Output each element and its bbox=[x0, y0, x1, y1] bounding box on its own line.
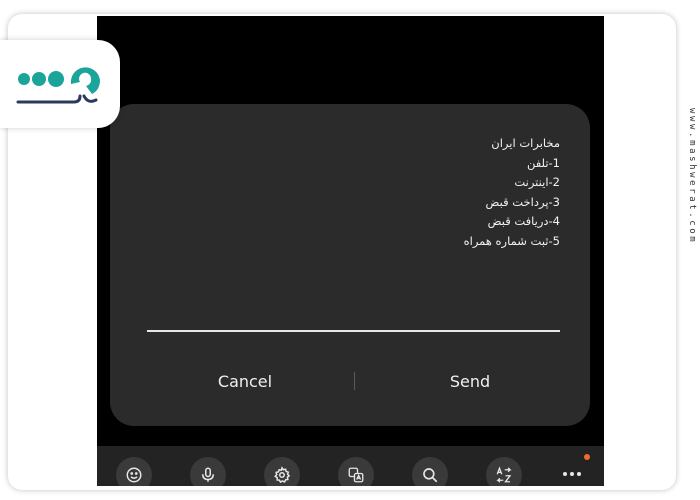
website-url: www.mashwerat.com bbox=[687, 108, 697, 245]
ussd-option-3: 3-پرداخت قبض bbox=[485, 194, 560, 209]
settings-button[interactable] bbox=[264, 457, 300, 486]
button-divider bbox=[354, 372, 355, 390]
send-button[interactable]: Send bbox=[400, 366, 540, 396]
ussd-option-1: 1-تلفن bbox=[526, 155, 560, 170]
phone-screen: مخابرات ایران 1-تلفن 2-اینترنت 3-پرداخت … bbox=[97, 16, 604, 486]
ussd-message: مخابرات ایران 1-تلفن 2-اینترنت 3-پرداخت … bbox=[464, 134, 560, 251]
translate-button[interactable] bbox=[338, 457, 374, 486]
text-transform-button[interactable] bbox=[486, 457, 522, 486]
emoji-icon bbox=[126, 467, 142, 483]
ussd-option-4: 4-دریافت قبض bbox=[487, 214, 560, 228]
microphone-icon bbox=[202, 467, 214, 482]
mashwerat-logo bbox=[0, 40, 120, 128]
voice-input-button[interactable] bbox=[190, 457, 226, 486]
logo-mark-icon bbox=[16, 67, 100, 104]
ussd-dialog: مخابرات ایران 1-تلفن 2-اینترنت 3-پرداخت … bbox=[110, 104, 590, 426]
text-transform-icon bbox=[496, 466, 512, 483]
more-icon bbox=[563, 472, 581, 476]
notification-dot bbox=[584, 454, 590, 460]
settings-icon bbox=[274, 466, 291, 484]
emoji-button[interactable] bbox=[116, 457, 152, 486]
cancel-button[interactable]: Cancel bbox=[180, 366, 310, 396]
ussd-title: مخابرات ایران bbox=[491, 136, 560, 150]
keyboard-toolbar bbox=[97, 446, 604, 486]
ussd-reply-input[interactable] bbox=[147, 314, 560, 332]
more-button[interactable] bbox=[560, 462, 584, 486]
ussd-option-5: 5-ثبت شماره همراه bbox=[463, 233, 560, 248]
ussd-option-2: 2-اینترنت bbox=[514, 175, 560, 189]
translate-icon bbox=[348, 467, 364, 483]
search-button[interactable] bbox=[412, 457, 448, 486]
search-icon bbox=[423, 468, 438, 483]
